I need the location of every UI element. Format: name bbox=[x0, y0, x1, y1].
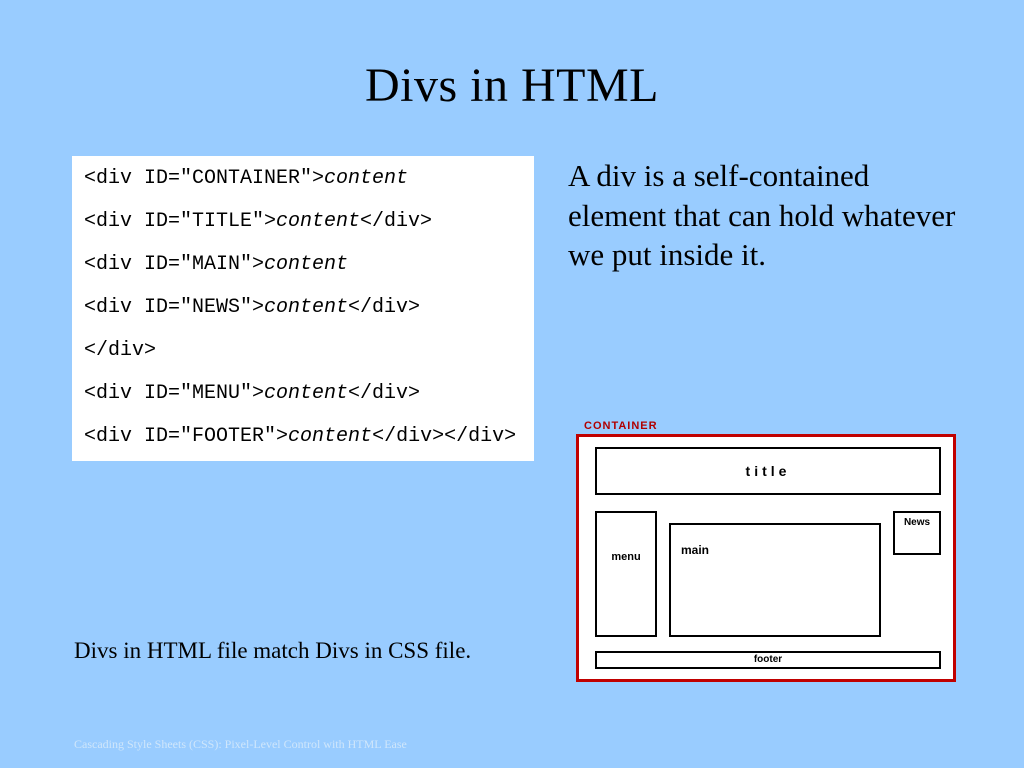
diagram-container-label: CONTAINER bbox=[584, 420, 658, 432]
diagram-footer-label: footer bbox=[597, 653, 939, 665]
slide-title: Divs in HTML bbox=[0, 58, 1024, 113]
diagram-menu-box: menu bbox=[595, 511, 657, 637]
diagram-main-label: main bbox=[671, 525, 879, 557]
diagram-title-label: title bbox=[597, 449, 939, 479]
code-line-1: <div ID="CONTAINER">content bbox=[84, 166, 522, 191]
code-fragment: <div ID="FOOTER"> bbox=[84, 425, 288, 448]
layout-diagram: CONTAINER title menu main News footer bbox=[576, 422, 960, 682]
code-em: content bbox=[288, 425, 372, 448]
diagram-menu-label: menu bbox=[597, 513, 655, 563]
code-fragment: </div> bbox=[84, 339, 156, 362]
diagram-title-box: title bbox=[595, 447, 941, 495]
code-fragment: <div ID="MENU"> bbox=[84, 382, 264, 405]
code-fragment: </div> bbox=[360, 210, 432, 233]
code-fragment: </div> bbox=[348, 382, 420, 405]
diagram-news-label: News bbox=[895, 513, 939, 528]
code-em: content bbox=[264, 382, 348, 405]
code-line-6: <div ID="MENU">content</div> bbox=[84, 381, 522, 406]
slide-caption: Divs in HTML file match Divs in CSS file… bbox=[74, 638, 471, 664]
diagram-footer-box: footer bbox=[595, 651, 941, 669]
diagram-container: title menu main News footer bbox=[576, 434, 956, 682]
code-line-4: <div ID="NEWS">content</div> bbox=[84, 295, 522, 320]
code-fragment: <div ID="TITLE"> bbox=[84, 210, 276, 233]
code-fragment: <div ID="CONTAINER"> bbox=[84, 167, 324, 190]
code-em: content bbox=[264, 296, 348, 319]
code-fragment: </div></div> bbox=[372, 425, 516, 448]
code-box: <div ID="CONTAINER">content <div ID="TIT… bbox=[72, 156, 534, 461]
code-em: content bbox=[276, 210, 360, 233]
code-em: content bbox=[264, 253, 348, 276]
slide: Divs in HTML <div ID="CONTAINER">content… bbox=[0, 0, 1024, 768]
footer-note: Cascading Style Sheets (CSS): Pixel-Leve… bbox=[74, 737, 407, 752]
code-line-2: <div ID="TITLE">content</div> bbox=[84, 209, 522, 234]
code-line-5: </div> bbox=[84, 338, 522, 363]
code-line-3: <div ID="MAIN">content bbox=[84, 252, 522, 277]
code-fragment: </div> bbox=[348, 296, 420, 319]
diagram-news-box: News bbox=[893, 511, 941, 555]
code-em: content bbox=[324, 167, 408, 190]
code-line-7: <div ID="FOOTER">content</div></div> bbox=[84, 424, 522, 449]
slide-description: A div is a self-contained element that c… bbox=[568, 156, 968, 275]
code-fragment: <div ID="MAIN"> bbox=[84, 253, 264, 276]
diagram-main-box: main bbox=[669, 523, 881, 637]
code-fragment: <div ID="NEWS"> bbox=[84, 296, 264, 319]
